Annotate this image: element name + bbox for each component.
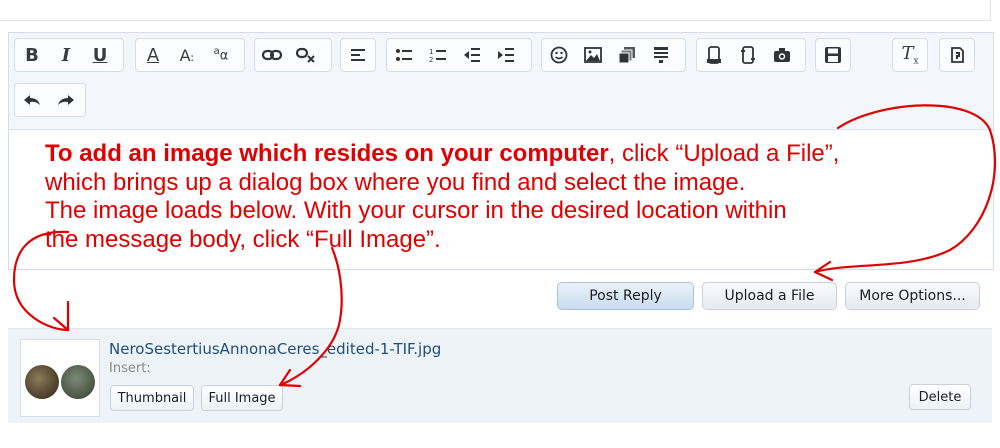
quote-icon[interactable] bbox=[644, 39, 678, 71]
camera-icon[interactable] bbox=[765, 39, 799, 71]
svg-text:1: 1 bbox=[429, 48, 433, 56]
history-group bbox=[14, 83, 86, 117]
font-size-icon[interactable]: Aː bbox=[170, 39, 204, 71]
link-group bbox=[254, 38, 332, 72]
svg-text:2: 2 bbox=[429, 56, 433, 63]
align-group bbox=[340, 38, 376, 72]
insert-media-group bbox=[541, 38, 686, 72]
remove-format-icon[interactable]: Tx bbox=[893, 39, 927, 71]
text-style-group: B I U bbox=[14, 38, 124, 72]
php-icon[interactable] bbox=[731, 39, 765, 71]
redo-icon[interactable] bbox=[49, 84, 83, 116]
delete-button[interactable]: Delete bbox=[909, 384, 971, 410]
attachment-thumbnail bbox=[20, 339, 100, 417]
instruction-line4: the message body, click “Full Image”. bbox=[45, 225, 441, 253]
draft-group bbox=[815, 38, 851, 72]
attachment-panel: NeroSestertiusAnnonaCeres_edited-1-TIF.j… bbox=[8, 328, 992, 423]
code-group bbox=[696, 38, 806, 72]
font-family-icon[interactable]: aα bbox=[204, 39, 238, 71]
insert-label: Insert: bbox=[109, 361, 151, 376]
previous-panel-edge bbox=[0, 0, 991, 21]
arrow-to-attachment-head bbox=[52, 300, 70, 332]
thumbnail-button[interactable]: Thumbnail bbox=[110, 385, 194, 411]
underline-icon[interactable]: U bbox=[83, 39, 117, 71]
font-group: A Aː aα bbox=[135, 38, 245, 72]
coin-obverse-image bbox=[25, 365, 59, 399]
link-icon[interactable] bbox=[255, 39, 289, 71]
indent-icon[interactable] bbox=[489, 39, 523, 71]
unlink-icon[interactable] bbox=[289, 39, 323, 71]
smilie-icon[interactable] bbox=[542, 39, 576, 71]
instruction-text: To add an image which resides on your co… bbox=[45, 140, 975, 254]
upload-file-button[interactable]: Upload a File bbox=[702, 282, 837, 310]
image-icon[interactable] bbox=[576, 39, 610, 71]
remove-format-group: Tx bbox=[892, 38, 928, 72]
numbered-list-icon[interactable]: 12 bbox=[421, 39, 455, 71]
full-image-button[interactable]: Full Image bbox=[201, 385, 283, 411]
code-icon[interactable] bbox=[697, 39, 731, 71]
attachment-filename[interactable]: NeroSestertiusAnnonaCeres_edited-1-TIF.j… bbox=[109, 340, 441, 358]
outdent-icon[interactable] bbox=[455, 39, 489, 71]
instruction-line2: which brings up a dialog box where you f… bbox=[45, 168, 746, 196]
instruction-emphasis: To add an image which resides on your co… bbox=[45, 140, 609, 167]
bold-icon[interactable]: B bbox=[15, 39, 49, 71]
align-icon[interactable] bbox=[341, 39, 375, 71]
toggle-bbcode-group bbox=[939, 38, 975, 72]
save-draft-icon[interactable] bbox=[816, 39, 850, 71]
list-group: 12 bbox=[386, 38, 532, 72]
message-body[interactable]: To add an image which resides on your co… bbox=[9, 130, 993, 268]
instruction-line1: , click “Upload a File”, bbox=[608, 140, 840, 167]
media-icon[interactable] bbox=[610, 39, 644, 71]
font-color-icon[interactable]: A bbox=[136, 39, 170, 71]
coin-reverse-image bbox=[61, 365, 95, 399]
message-editor: B I U A Aː aα 12 Tx To add an image whic… bbox=[8, 32, 994, 270]
more-options-button[interactable]: More Options... bbox=[845, 282, 980, 310]
editor-toolbar: B I U A Aː aα 12 Tx bbox=[9, 33, 993, 130]
instruction-line3: The image loads below. With your cursor … bbox=[45, 197, 787, 224]
post-reply-button[interactable]: Post Reply bbox=[557, 282, 694, 310]
italic-icon[interactable]: I bbox=[49, 39, 83, 71]
undo-icon[interactable] bbox=[15, 84, 49, 116]
toggle-bbcode-icon[interactable] bbox=[940, 39, 974, 71]
bullet-list-icon[interactable] bbox=[387, 39, 421, 71]
